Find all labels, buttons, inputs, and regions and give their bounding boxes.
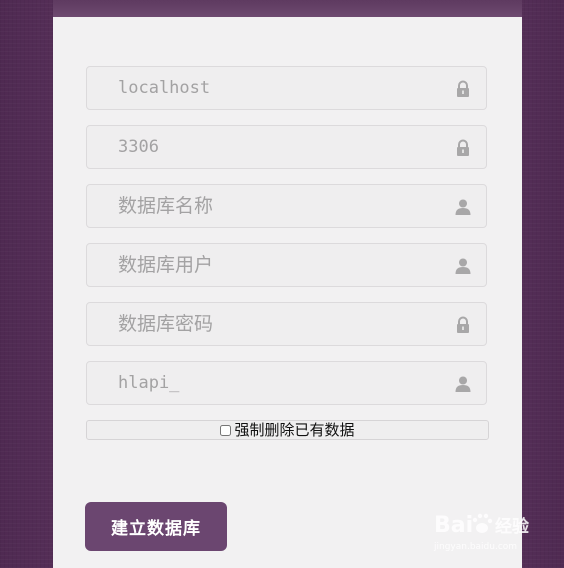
table-prefix-field-wrapper bbox=[86, 361, 487, 405]
panel-header bbox=[53, 0, 522, 17]
lock-icon bbox=[457, 316, 469, 333]
watermark-brand-text-2: 经验 bbox=[495, 516, 530, 537]
table-prefix-input[interactable] bbox=[87, 362, 486, 404]
database-password-input[interactable] bbox=[87, 303, 486, 345]
database-name-field-wrapper bbox=[86, 184, 487, 228]
paw-icon bbox=[472, 513, 493, 533]
force-delete-label: 强制删除已有数据 bbox=[234, 421, 355, 439]
lock-icon bbox=[457, 139, 469, 156]
create-database-button[interactable]: 建立数据库 bbox=[85, 502, 227, 551]
database-name-input[interactable] bbox=[87, 185, 486, 227]
host-field-wrapper bbox=[86, 66, 487, 110]
form-panel: 强制删除已有数据 建立数据库 bbox=[53, 0, 522, 568]
port-input[interactable] bbox=[87, 126, 486, 168]
watermark-brand-text: Bai bbox=[434, 513, 473, 538]
database-user-field-wrapper bbox=[86, 243, 487, 287]
host-input[interactable] bbox=[87, 67, 486, 109]
database-password-field-wrapper bbox=[86, 302, 487, 346]
force-delete-row: 强制删除已有数据 bbox=[86, 420, 489, 440]
baidu-jingyan-watermark: Bai 经验 jingyan.baidu.com bbox=[433, 513, 530, 552]
port-field-wrapper bbox=[86, 125, 487, 169]
user-icon bbox=[455, 258, 471, 274]
watermark-url: jingyan.baidu.com bbox=[433, 542, 517, 552]
force-delete-checkbox[interactable] bbox=[220, 424, 232, 436]
database-user-input[interactable] bbox=[87, 244, 486, 286]
user-icon bbox=[455, 376, 471, 392]
lock-icon bbox=[457, 80, 469, 97]
user-icon bbox=[455, 199, 471, 215]
